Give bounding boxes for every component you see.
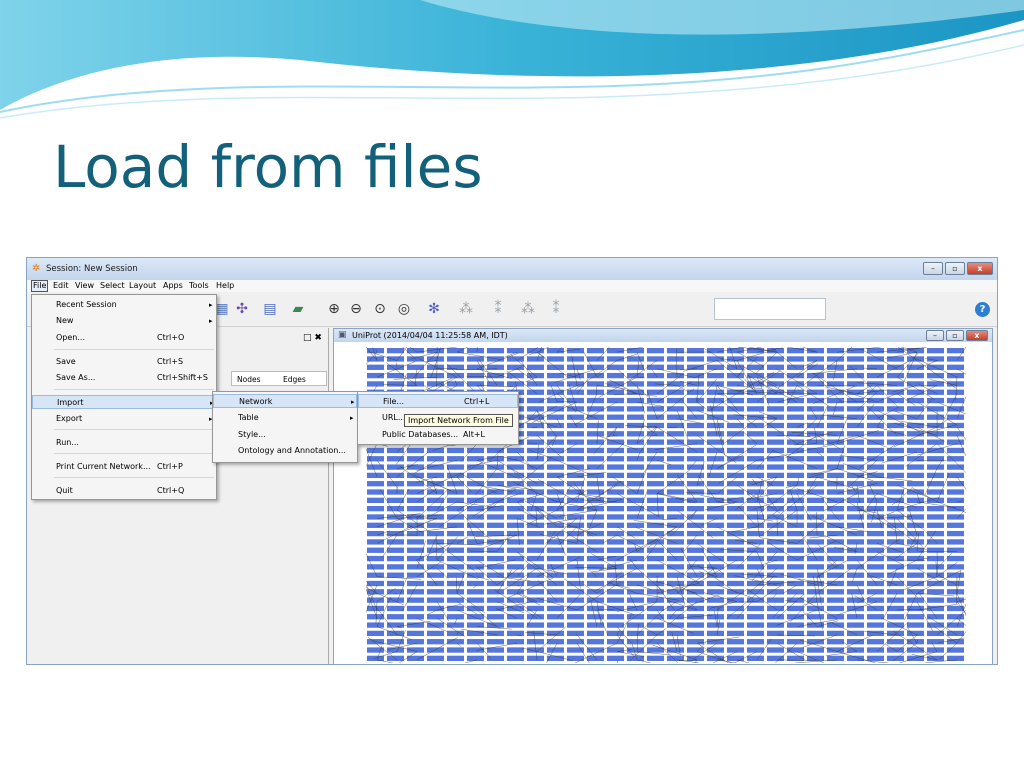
shortcut-label: Ctrl+L (464, 397, 490, 406)
menu-separator (54, 477, 214, 478)
net-restore-button[interactable]: ▫ (946, 330, 964, 341)
menu-item-print[interactable]: Print Current Network... Ctrl+P (32, 460, 216, 474)
header-banner (0, 0, 1024, 119)
net-minimize-button[interactable]: – (926, 330, 944, 341)
menu-item-label: File... (383, 397, 405, 406)
menu-apps[interactable]: Apps (162, 280, 184, 292)
slide-title: Load from files (53, 133, 483, 201)
menu-separator (54, 389, 214, 390)
shortcut-label: Ctrl+O (157, 333, 185, 342)
menubar: File Edit View Select Layout Apps Tools … (27, 280, 997, 292)
menu-help[interactable]: Help (215, 280, 235, 292)
shortcut-label: Alt+L (463, 430, 485, 439)
menu-item-ontology[interactable]: Ontology and Annotation... (213, 444, 357, 458)
menu-item-public-databases[interactable]: Public Databases... Alt+L (358, 428, 518, 442)
menu-item-new[interactable]: New ▸ (32, 314, 216, 328)
zoom-selected-icon[interactable]: ◎ (395, 300, 413, 318)
show-all-icon[interactable]: ⁂ (519, 300, 537, 318)
menu-file[interactable]: File (31, 280, 49, 292)
menu-item-open[interactable]: Open... Ctrl+O (32, 331, 216, 345)
menu-item-style[interactable]: Style... (213, 428, 357, 442)
menu-item-label: Table (238, 413, 259, 422)
menu-item-label: Import (57, 398, 84, 407)
menu-item-label: Public Databases... (382, 430, 459, 439)
menu-item-import[interactable]: Import▸ (32, 395, 216, 409)
first-neighbors-icon[interactable]: ⁂ (457, 300, 475, 318)
menu-tools[interactable]: Tools (188, 280, 210, 292)
menu-item-label: URL... (382, 413, 406, 422)
window-title: Session: New Session (46, 264, 138, 274)
menu-item-file[interactable]: File... Ctrl+L (358, 394, 518, 408)
export-image-icon[interactable]: ▰ (289, 300, 307, 318)
menu-item-save[interactable]: Save Ctrl+S (32, 355, 216, 369)
cytoscape-logo-icon: ✲ (32, 263, 41, 274)
import-submenu: Network ▸ Table ▸ Style... Ontology and An… (212, 391, 358, 463)
help-icon[interactable]: ? (975, 302, 990, 317)
menu-item-label: Print Current Network... (56, 462, 151, 471)
menu-item-label: Run... (56, 438, 79, 447)
menu-item-table[interactable]: Table ▸ (213, 411, 357, 425)
cytoscape-window: ✲ Session: New Session – ▫ x File Edit V… (26, 257, 998, 665)
menu-item-run[interactable]: Run... (32, 436, 216, 450)
close-button[interactable]: x (967, 262, 993, 275)
submenu-arrow-icon: ▸ (209, 301, 213, 309)
menu-item-label: Open... (56, 333, 85, 342)
expand-icon[interactable]: ⁑ (547, 300, 565, 318)
minimize-button[interactable]: – (923, 262, 943, 275)
network-icon: ▣ (338, 330, 347, 340)
menu-separator (54, 453, 214, 454)
menu-item-label: New (56, 316, 74, 325)
submenu-arrow-icon: ▸ (351, 398, 355, 406)
menu-item-label: Save As... (56, 373, 96, 382)
tooltip: Import Network From File (404, 414, 513, 427)
menu-separator (54, 349, 214, 350)
network-table-header: Nodes Edges (231, 371, 327, 386)
shortcut-label: Ctrl+Shift+S (157, 373, 208, 382)
menu-item-quit[interactable]: Quit Ctrl+Q (32, 484, 216, 498)
net-close-button[interactable]: x (966, 330, 988, 341)
menu-item-label: Save (56, 357, 76, 366)
file-menu: Recent Session ▸ New ▸ Open... Ctrl+O Save C… (31, 294, 217, 500)
search-input[interactable] (714, 298, 826, 320)
network-view-window: ▣ UniProt (2014/04/04 11:25:58 AM, IDT) … (333, 328, 993, 664)
panel-controls[interactable]: □ ✖ (303, 333, 322, 343)
menu-item-label: Network (239, 397, 273, 406)
menu-item-recent-session[interactable]: Recent Session ▸ (32, 298, 216, 312)
network-view-title: UniProt (2014/04/04 11:25:58 AM, IDT) (352, 331, 508, 340)
network-view-titlebar: ▣ UniProt (2014/04/04 11:25:58 AM, IDT) … (334, 329, 992, 342)
menu-layout[interactable]: Layout (128, 280, 157, 292)
zoom-in-icon[interactable]: ⊕ (325, 300, 343, 318)
zoom-out-icon[interactable]: ⊖ (347, 300, 365, 318)
menu-select[interactable]: Select (99, 280, 126, 292)
menu-item-label: Style... (238, 430, 266, 439)
menu-item-save-as[interactable]: Save As... Ctrl+Shift+S (32, 371, 216, 385)
shortcut-label: Ctrl+S (157, 357, 184, 366)
window-titlebar: ✲ Session: New Session – ▫ x (27, 258, 997, 280)
zoom-fit-icon[interactable]: ⊙ (371, 300, 389, 318)
hide-selected-icon[interactable]: ⁑ (489, 300, 507, 318)
restore-button[interactable]: ▫ (945, 262, 965, 275)
submenu-arrow-icon: ▸ (209, 317, 213, 325)
shortcut-label: Ctrl+Q (157, 486, 185, 495)
menu-item-label: Export (56, 414, 83, 423)
shortcut-label: Ctrl+P (157, 462, 183, 471)
menu-item-label: Ontology and Annotation... (238, 446, 346, 455)
submenu-arrow-icon: ▸ (350, 414, 354, 422)
column-edges[interactable]: Edges (283, 375, 306, 384)
network-layout-icon[interactable]: ✻ (425, 300, 443, 318)
menu-edit[interactable]: Edit (52, 280, 70, 292)
import-network-icon[interactable]: ✣ (233, 300, 251, 318)
menu-separator (54, 429, 214, 430)
menu-view[interactable]: View (74, 280, 95, 292)
column-nodes[interactable]: Nodes (237, 375, 260, 384)
table-icon[interactable]: ▤ (261, 300, 279, 318)
menu-item-label: Quit (56, 486, 73, 495)
menu-item-label: Recent Session (56, 300, 117, 309)
menu-item-network[interactable]: Network ▸ (213, 394, 357, 408)
menu-item-export[interactable]: Export ▸ (32, 412, 216, 426)
